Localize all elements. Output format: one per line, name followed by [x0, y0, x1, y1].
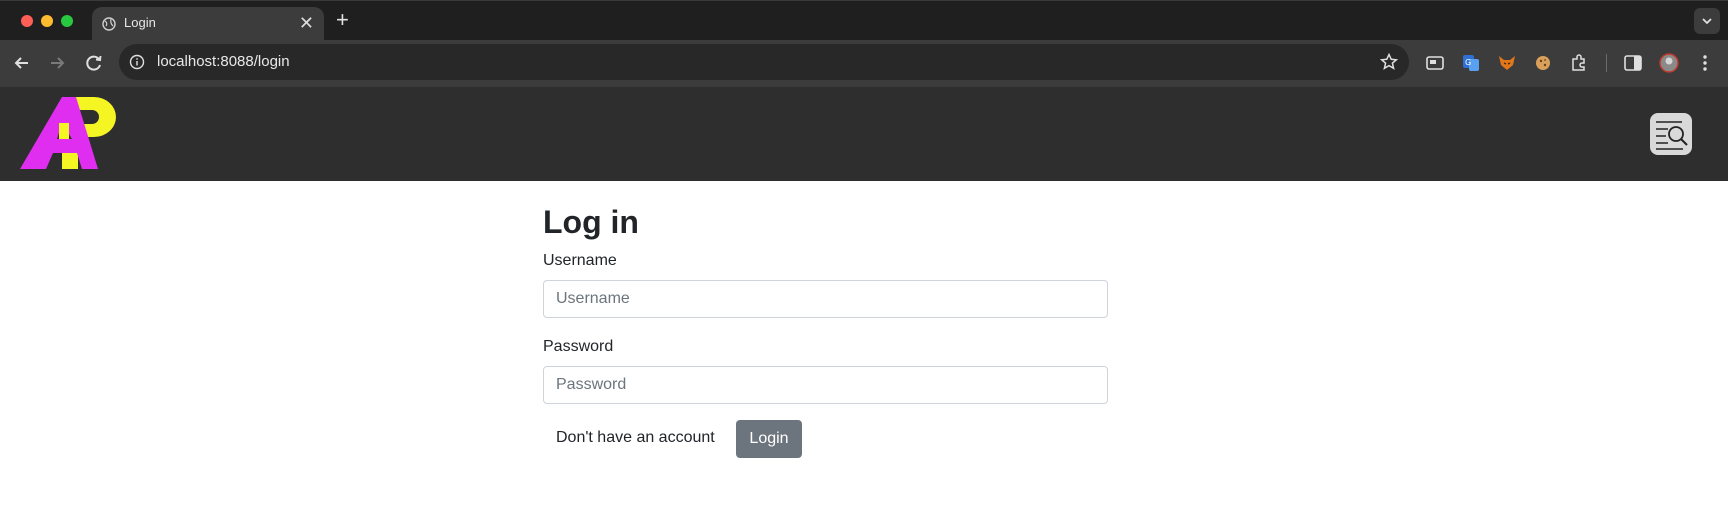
login-button[interactable]: Login [736, 420, 802, 458]
username-input[interactable] [543, 280, 1108, 318]
password-input[interactable] [543, 366, 1108, 404]
more-menu-icon[interactable] [1695, 53, 1715, 73]
svg-text:G: G [1465, 58, 1471, 67]
url-text[interactable]: localhost:8088/login [157, 53, 290, 70]
minimize-window-button[interactable] [41, 15, 53, 27]
profile-avatar-icon[interactable] [1659, 53, 1679, 73]
browser-tab-strip: Login ✕ + [0, 0, 1728, 41]
new-tab-button[interactable]: + [336, 8, 349, 32]
address-bar[interactable]: localhost:8088/login [119, 44, 1409, 80]
page-title: Log in [543, 204, 639, 240]
browser-toolbar: localhost:8088/login G [0, 40, 1728, 87]
search-list-icon [1656, 121, 1688, 150]
register-link[interactable]: Don't have an account [556, 429, 715, 447]
star-icon[interactable] [1379, 52, 1399, 72]
username-label: Username [543, 252, 617, 269]
globe-icon [102, 17, 116, 31]
fox-extension-icon[interactable] [1497, 53, 1517, 73]
extensions-puzzle-icon[interactable] [1569, 53, 1589, 73]
tab-search-button[interactable] [1694, 8, 1720, 34]
form-actions: Don't have an account Login [543, 420, 1108, 458]
forward-arrow-icon[interactable] [46, 52, 68, 74]
login-form: Log in Username Password Don't have an a… [543, 200, 1108, 458]
picture-in-picture-icon[interactable] [1425, 53, 1445, 73]
close-tab-icon[interactable]: ✕ [299, 12, 314, 34]
cookie-extension-icon[interactable] [1533, 53, 1553, 73]
info-icon[interactable] [129, 54, 145, 70]
tab-title: Login [124, 15, 156, 30]
maximize-window-button[interactable] [61, 15, 73, 27]
password-label: Password [543, 338, 614, 355]
translate-extension-icon[interactable]: G [1461, 53, 1481, 73]
reload-icon[interactable] [83, 52, 105, 74]
side-panel-icon[interactable] [1623, 53, 1643, 73]
close-window-button[interactable] [21, 15, 33, 27]
toolbar-divider [1606, 54, 1607, 72]
browser-tab-login[interactable]: Login ✕ [92, 7, 324, 41]
site-logo[interactable] [20, 93, 122, 173]
search-menu-button[interactable] [1650, 113, 1692, 155]
back-arrow-icon[interactable] [11, 52, 33, 74]
site-header [0, 87, 1728, 181]
chevron-down-icon [1702, 18, 1712, 25]
